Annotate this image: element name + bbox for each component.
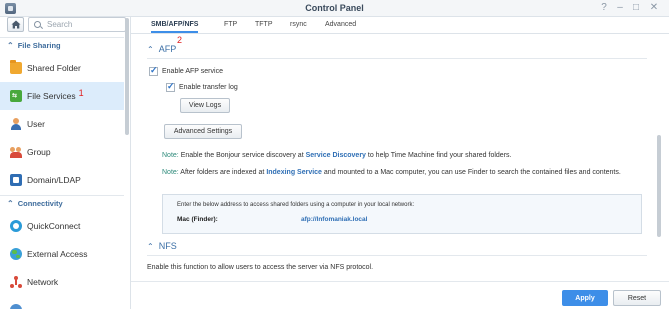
- tab-label: SMB/AFP/NFS: [151, 21, 199, 28]
- sidebar-item-label: Shared Folder: [27, 63, 81, 73]
- minimize-icon[interactable]: –: [614, 2, 626, 14]
- address-info-box: Enter the below address to access shared…: [162, 194, 642, 234]
- section-connectivity[interactable]: ⌃ Connectivity: [0, 196, 124, 210]
- tab-smb-afp-nfs[interactable]: SMB/AFP/NFS: [151, 17, 199, 33]
- divider: [147, 58, 647, 59]
- sidebar-item-label: Network: [27, 277, 59, 287]
- nfs-title: NFS: [158, 241, 177, 251]
- sidebar-item-label: External Access: [27, 249, 88, 259]
- reset-button[interactable]: Reset: [613, 290, 661, 306]
- section-label: File Sharing: [17, 40, 61, 50]
- transfer-log-label: Enable transfer log: [179, 84, 238, 91]
- divider: [147, 255, 647, 256]
- sidebar-item-partial[interactable]: [0, 296, 124, 309]
- main-content: ⌃ AFP Enable AFP service Enable transfer…: [131, 35, 669, 281]
- window-title: Control Panel: [305, 3, 364, 13]
- service-discovery-link[interactable]: Service Discovery: [306, 152, 366, 159]
- note-label: Note:: [162, 169, 179, 176]
- section-file-sharing[interactable]: ⌃ File Sharing: [0, 38, 124, 52]
- mac-finder-address: afp://Infomaniak.local: [301, 216, 368, 223]
- note-text: to help Time Machine find your shared fo…: [367, 152, 512, 159]
- tab-label: FTP: [224, 21, 238, 28]
- tab-ftp[interactable]: FTP: [224, 17, 237, 33]
- advanced-settings-button[interactable]: Advanced Settings: [164, 124, 242, 139]
- domain-icon: [10, 174, 22, 186]
- sidebar-item-external-access[interactable]: External Access: [0, 240, 124, 268]
- maximize-icon[interactable]: □: [630, 2, 642, 14]
- sidebar-item-user[interactable]: User: [0, 110, 124, 138]
- sidebar-scrollbar[interactable]: [125, 18, 129, 135]
- sidebar-item-network[interactable]: Network: [0, 268, 124, 296]
- tab-bar: SMB/AFP/NFS 2 FTP TFTP rsync Advanced: [131, 17, 669, 45]
- enable-afp-label: Enable AFP service: [162, 68, 223, 75]
- afp-title: AFP: [158, 44, 177, 54]
- tab-tftp[interactable]: TFTP: [255, 17, 273, 33]
- nfs-section-header[interactable]: ⌃ NFS: [147, 241, 177, 251]
- tab-label: TFTP: [255, 21, 273, 28]
- note-label: Note:: [162, 152, 179, 159]
- chevron-up-icon: ⌃: [147, 44, 154, 54]
- sidebar-item-file-services[interactable]: ⇆ File Services 1: [0, 82, 124, 110]
- indexing-service-link[interactable]: Indexing Service: [266, 169, 322, 176]
- title-bar: Control Panel ? – □ ✕: [0, 0, 669, 17]
- section-label: Connectivity: [17, 198, 63, 208]
- transfer-log-checkbox[interactable]: [166, 81, 175, 92]
- apply-button[interactable]: Apply: [562, 290, 608, 306]
- sidebar-item-label: QuickConnect: [27, 221, 81, 231]
- address-intro: Enter the below address to access shared…: [177, 202, 415, 208]
- search-box[interactable]: [28, 17, 126, 32]
- sidebar-item-shared-folder[interactable]: Shared Folder: [0, 54, 124, 82]
- user-icon: [10, 118, 22, 130]
- note-text: and mounted to a Mac computer, you can u…: [323, 169, 621, 176]
- note-service-discovery: Note: Enable the Bonjour service discove…: [162, 151, 632, 161]
- tab-advanced[interactable]: Advanced: [325, 17, 356, 33]
- enable-afp-checkbox[interactable]: [149, 65, 158, 76]
- help-icon[interactable]: ?: [598, 2, 610, 14]
- note-indexing-service: Note: After folders are indexed at Index…: [162, 168, 632, 178]
- partial-icon: [10, 304, 22, 309]
- chevron-up-icon: ⌃: [7, 198, 14, 208]
- sidebar-item-label: Domain/LDAP: [27, 175, 81, 185]
- tab-rsync[interactable]: rsync: [290, 17, 307, 33]
- note-text: After folders are indexed at: [180, 169, 265, 176]
- file-services-icon: ⇆: [10, 90, 22, 102]
- nfs-description: Enable this function to allow users to a…: [147, 264, 374, 271]
- chevron-up-icon: ⌃: [147, 241, 154, 251]
- content-scrollbar[interactable]: [657, 135, 661, 237]
- search-icon: [34, 21, 41, 28]
- search-input[interactable]: [47, 19, 123, 30]
- home-button[interactable]: [7, 17, 24, 32]
- tab-label: rsync: [290, 21, 307, 28]
- quickconnect-icon: [10, 220, 22, 232]
- sidebar-item-group[interactable]: Group: [0, 138, 124, 166]
- home-icon: [11, 20, 20, 29]
- group-icon: [10, 146, 22, 158]
- close-icon[interactable]: ✕: [648, 2, 660, 14]
- sidebar-item-label: Group: [27, 147, 51, 157]
- sidebar-item-quickconnect[interactable]: QuickConnect: [0, 212, 124, 240]
- sidebar: ⌃ File Sharing Shared Folder ⇆ File Serv…: [0, 17, 131, 309]
- tab-label: Advanced: [325, 21, 357, 28]
- sidebar-item-domain-ldap[interactable]: Domain/LDAP: [0, 166, 124, 194]
- mac-finder-label: Mac (Finder):: [177, 216, 218, 223]
- transfer-log-row: Enable transfer log: [166, 81, 238, 92]
- enable-afp-row: Enable AFP service: [149, 65, 223, 76]
- note-text: Enable the Bonjour service discovery at: [180, 152, 304, 159]
- footer: Apply Reset: [131, 281, 669, 309]
- network-icon: [10, 276, 22, 288]
- chevron-up-icon: ⌃: [7, 40, 14, 50]
- sidebar-item-label: User: [27, 119, 45, 129]
- step-marker-1: 1: [78, 88, 84, 98]
- sidebar-item-label: File Services: [27, 91, 76, 101]
- view-logs-button[interactable]: View Logs: [180, 98, 230, 113]
- folder-icon: [10, 60, 22, 74]
- afp-section-header[interactable]: ⌃ AFP: [147, 44, 176, 54]
- globe-icon: [10, 248, 22, 260]
